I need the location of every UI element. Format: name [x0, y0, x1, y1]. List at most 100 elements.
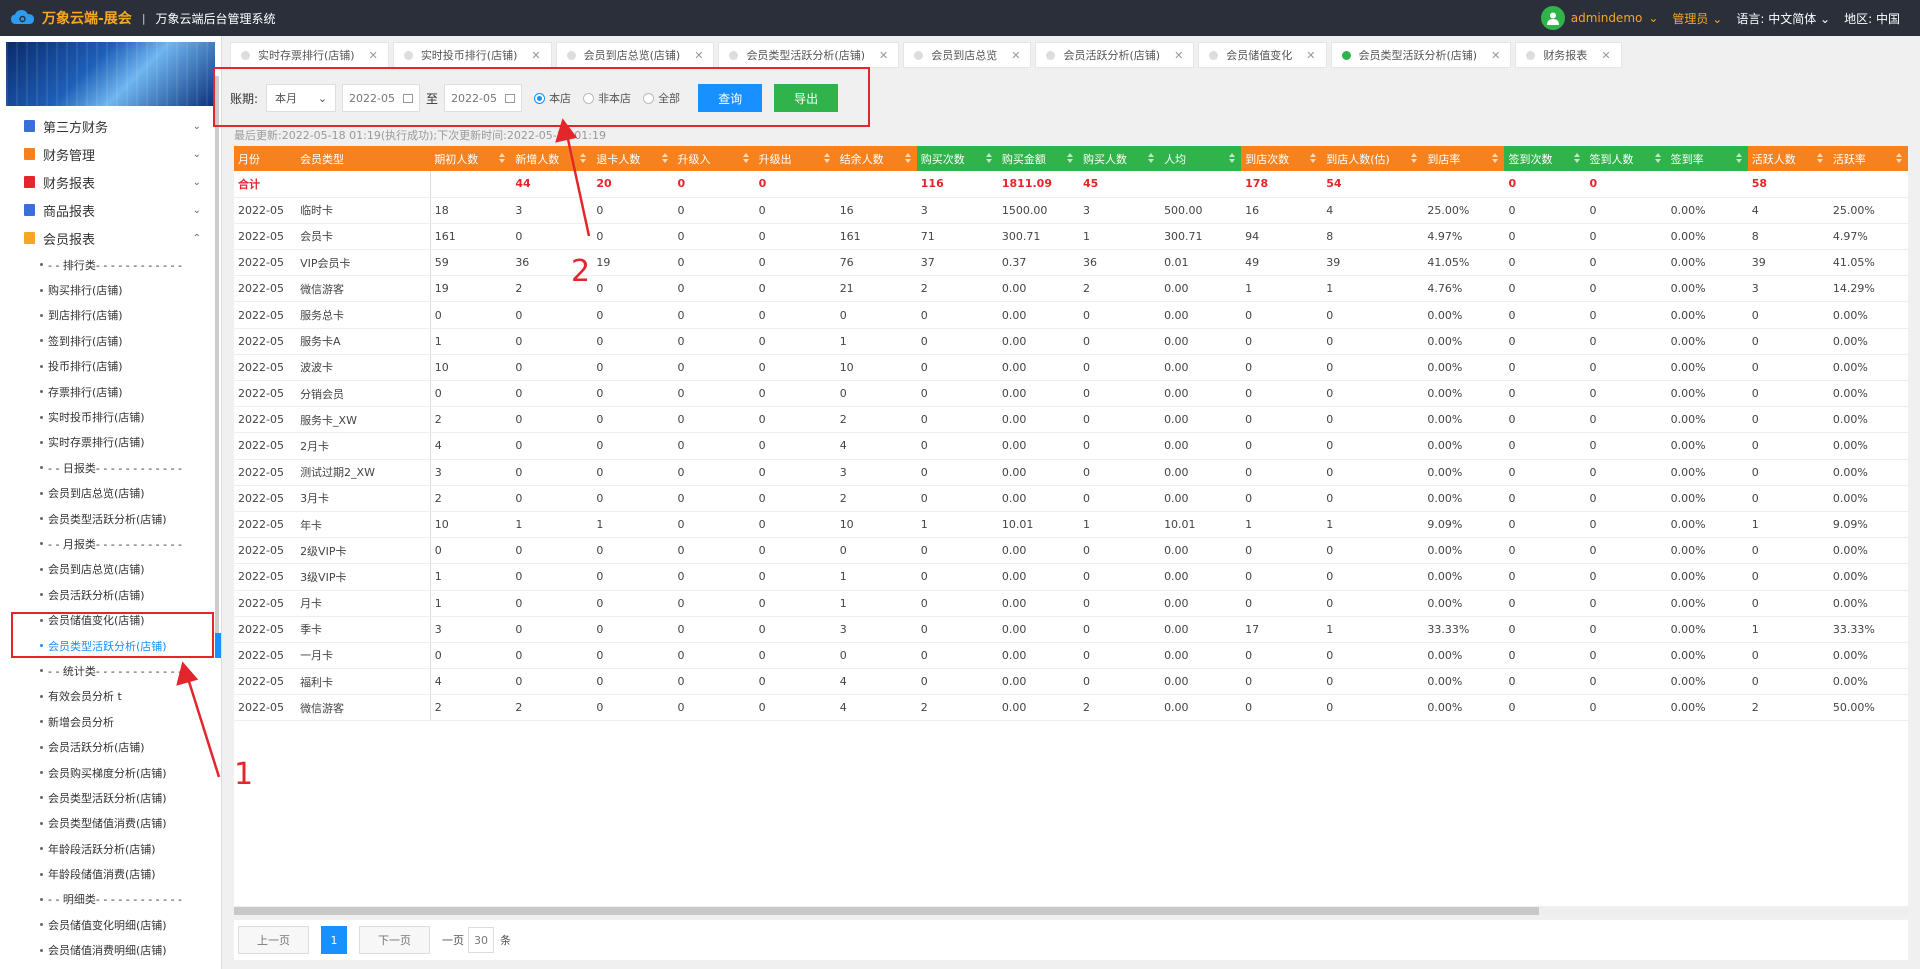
sidebar-item[interactable]: 实时存票排行(店铺): [0, 430, 221, 455]
column-header[interactable]: 月份: [234, 146, 297, 171]
sort-icon[interactable]: [1735, 153, 1742, 163]
column-header[interactable]: 升级出: [754, 146, 836, 171]
sidebar-item[interactable]: 年龄段储值消费(店铺): [0, 861, 221, 886]
column-header[interactable]: 新增人数: [511, 146, 593, 171]
column-header[interactable]: 活跃人数: [1747, 146, 1829, 171]
language-menu[interactable]: 语言: 中文简体 ⌄: [1736, 10, 1830, 27]
sidebar-group-4[interactable]: 会员报表 ⌃: [0, 224, 221, 252]
close-icon[interactable]: ✕: [1306, 49, 1315, 62]
sidebar-item[interactable]: 签到排行(店铺): [0, 328, 221, 353]
close-icon[interactable]: ✕: [1011, 49, 1020, 62]
sidebar-scrollbar[interactable]: [215, 76, 219, 636]
sort-icon[interactable]: [985, 153, 992, 163]
tab-6[interactable]: 会员储值变化 ✕: [1198, 42, 1327, 68]
column-header[interactable]: 购买人数: [1078, 146, 1161, 171]
table-row: 2022-05 微信游客 2 2 0 0 0 4 2 0.00 2 0.00 0 0 0.00% 0 0 0.00…: [234, 694, 1908, 722]
sidebar-item[interactable]: 到店排行(店铺): [0, 303, 221, 328]
sidebar-group-3[interactable]: 商品报表 ⌄: [0, 196, 221, 224]
sidebar-item[interactable]: 会员类型活跃分析(店铺): [0, 785, 221, 810]
per-page-input[interactable]: 30: [468, 927, 494, 953]
sort-icon[interactable]: [904, 153, 911, 163]
horizontal-scrollbar[interactable]: [234, 907, 1908, 915]
tab-3[interactable]: 会员类型活跃分析(店铺) ✕: [718, 42, 900, 68]
sidebar-item[interactable]: 会员类型储值消费(店铺): [0, 811, 221, 836]
sort-icon[interactable]: [742, 153, 749, 163]
column-header[interactable]: 人均: [1160, 146, 1242, 171]
sort-icon[interactable]: [1816, 153, 1823, 163]
sort-icon[interactable]: [823, 153, 830, 163]
sort-icon[interactable]: [1896, 153, 1902, 163]
column-header[interactable]: 退卡人数: [592, 146, 674, 171]
tab-5[interactable]: 会员活跃分析(店铺) ✕: [1035, 42, 1195, 68]
column-header[interactable]: 签到次数: [1504, 146, 1586, 171]
sort-icon[interactable]: [1310, 153, 1317, 163]
column-header[interactable]: 到店次数: [1241, 146, 1323, 171]
close-icon[interactable]: ✕: [531, 49, 540, 62]
close-icon[interactable]: ✕: [1174, 49, 1183, 62]
sidebar-item[interactable]: 购买排行(店铺): [0, 277, 221, 302]
sort-icon[interactable]: [499, 153, 506, 163]
tab-2[interactable]: 会员到店总览(店铺) ✕: [555, 42, 715, 68]
app-logo[interactable]: 万象云端-展会 | 万象云端后台管理系统: [0, 8, 276, 28]
column-header[interactable]: 购买金额: [997, 146, 1079, 171]
table-cell: 0.00%: [1666, 563, 1748, 591]
sidebar-item[interactable]: 会员储值消费明细(店铺): [0, 938, 221, 963]
column-header[interactable]: 升级入: [673, 146, 755, 171]
sort-icon[interactable]: [1654, 153, 1661, 163]
tab-0[interactable]: 实时存票排行(店铺) ✕: [230, 42, 389, 68]
column-header[interactable]: 签到人数: [1585, 146, 1667, 171]
tab-1[interactable]: 实时投币排行(店铺) ✕: [392, 42, 552, 68]
current-page-button[interactable]: 1: [321, 926, 347, 954]
sidebar-item[interactable]: 实时投币排行(店铺): [0, 404, 221, 429]
tab-4[interactable]: 会员到店总览 ✕: [903, 42, 1032, 68]
scrollbar-thumb[interactable]: [234, 907, 1539, 915]
sidebar-item[interactable]: 存票排行(店铺): [0, 379, 221, 404]
sort-icon[interactable]: [1148, 153, 1155, 163]
sidebar-item[interactable]: 会员类型活跃分析(店铺): [0, 506, 221, 531]
sidebar-item[interactable]: 年龄段活跃分析(店铺): [0, 836, 221, 861]
column-header[interactable]: 签到率: [1666, 146, 1748, 171]
user-menu[interactable]: admindemo ⌄: [1540, 6, 1658, 30]
close-icon[interactable]: ✕: [694, 49, 703, 62]
table-row: 2022-05 一月卡 0 0 0 0 0 0 0 0.00 0 0.00 0 0 0.00% 0 0 0.00%…: [234, 642, 1908, 670]
close-icon[interactable]: ✕: [879, 49, 888, 62]
column-header[interactable]: 到店率: [1423, 146, 1505, 171]
sidebar-item[interactable]: 投币排行(店铺): [0, 354, 221, 379]
sort-icon[interactable]: [1229, 153, 1236, 163]
tab-7[interactable]: 会员类型活跃分析(店铺) ✕: [1330, 42, 1512, 68]
sort-icon[interactable]: [1573, 153, 1580, 163]
column-header[interactable]: 活跃率: [1828, 146, 1908, 171]
sidebar-item[interactable]: 会员储值变化明细(店铺): [0, 912, 221, 937]
sidebar-item[interactable]: 新增会员分析: [0, 709, 221, 734]
tab-8[interactable]: 财务报表 ✕: [1515, 42, 1622, 68]
sidebar-item[interactable]: 会员购买梯度分析(店铺): [0, 760, 221, 785]
sort-icon[interactable]: [661, 153, 668, 163]
column-header[interactable]: 期初人数: [430, 146, 512, 171]
table-cell: 2022-05: [234, 642, 297, 670]
column-header[interactable]: 到店人数(估): [1322, 146, 1424, 171]
close-icon[interactable]: ✕: [1491, 49, 1500, 62]
column-header[interactable]: 购买次数: [916, 146, 998, 171]
sort-icon[interactable]: [1492, 153, 1499, 163]
sidebar-group-1[interactable]: 财务管理 ⌄: [0, 140, 221, 168]
table-cell: 1: [1078, 223, 1161, 251]
sidebar-group-0[interactable]: 第三方财务 ⌄: [0, 112, 221, 140]
sidebar-group-2[interactable]: 财务报表 ⌄: [0, 168, 221, 196]
sidebar-item[interactable]: 会员升级历史(店铺): [0, 963, 221, 969]
sidebar-item[interactable]: 会员到店总览(店铺): [0, 557, 221, 582]
sidebar-item[interactable]: 有效会员分析 t: [0, 684, 221, 709]
role-menu[interactable]: 管理员 ⌄: [1672, 10, 1722, 27]
prev-page-button[interactable]: 上一页: [238, 926, 309, 954]
sort-icon[interactable]: [580, 153, 587, 163]
column-header[interactable]: 结余人数: [835, 146, 917, 171]
sort-icon[interactable]: [1411, 153, 1418, 163]
close-icon[interactable]: ✕: [1601, 49, 1610, 62]
next-page-button[interactable]: 下一页: [359, 926, 430, 954]
sidebar-item[interactable]: 会员活跃分析(店铺): [0, 734, 221, 759]
sort-icon[interactable]: [1066, 153, 1073, 163]
sidebar-item[interactable]: 会员活跃分析(店铺): [0, 582, 221, 607]
close-icon[interactable]: ✕: [369, 49, 378, 62]
region-menu[interactable]: 地区: 中国: [1844, 10, 1900, 27]
column-header[interactable]: 会员类型: [296, 146, 431, 171]
sidebar-item[interactable]: 会员到店总览(店铺): [0, 481, 221, 506]
